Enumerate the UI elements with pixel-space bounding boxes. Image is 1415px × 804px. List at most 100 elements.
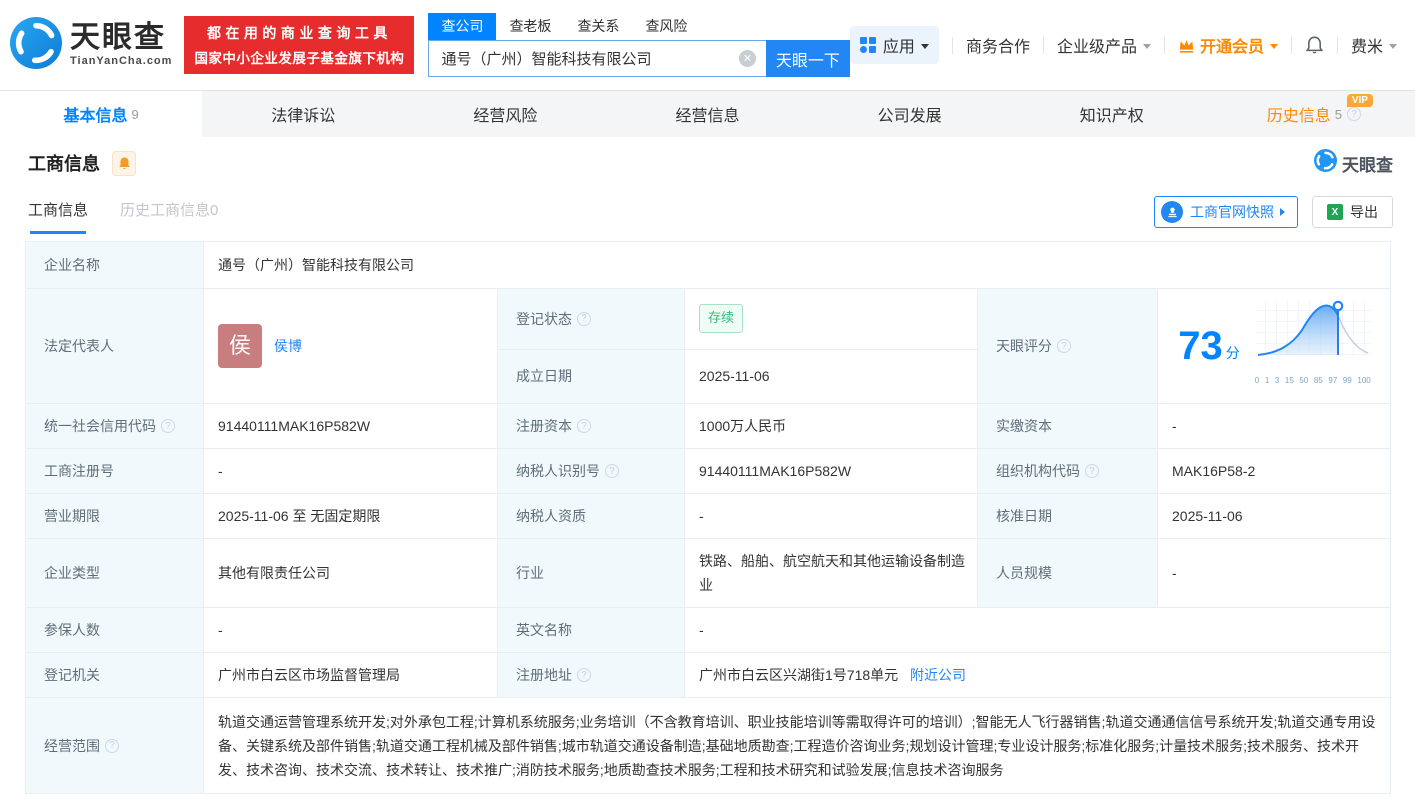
nearby-companies-link[interactable]: 附近公司 — [910, 667, 966, 683]
divider — [1042, 36, 1044, 54]
industry-value: 铁路、船舶、航空航天和其他运输设备制造业 — [684, 538, 978, 608]
divider — [1290, 36, 1292, 54]
promo-banner: 都在用的商业查询工具 国家中小企业发展子基金旗下机构 — [184, 16, 415, 74]
field-label: 登记状态 — [497, 288, 685, 350]
stamp-icon — [1161, 201, 1183, 223]
table-row: 营业期限 2025-11-06 至 无固定期限 纳税人资质 - 核准日期 202… — [25, 493, 1392, 539]
subtab-history-business-info[interactable]: 历史工商信息0 — [120, 199, 218, 234]
apps-label: 应用 — [882, 39, 915, 56]
tab-label: 经营风险 — [473, 108, 538, 125]
subtab-row: 工商信息 历史工商信息0 工商官网快照 导出 — [0, 187, 1415, 239]
search-tabs: 查公司 查老板 查关系 查风险 — [428, 13, 849, 40]
table-row: 工商注册号 - 纳税人识别号 91440111MAK16P582W 组织机构代码… — [25, 448, 1392, 494]
search-block: 查公司 查老板 查关系 查风险 天眼一下 — [428, 13, 850, 77]
subtab-business-info[interactable]: 工商信息 — [28, 199, 88, 234]
menu-vip-label: 开通会员 — [1199, 39, 1264, 56]
tab-operation-info[interactable]: 经营信息 — [606, 91, 808, 137]
field-label: 经营范围 — [25, 697, 204, 794]
field-label: 参保人数 — [25, 607, 204, 653]
approval-date-value: 2025-11-06 — [1156, 493, 1392, 539]
help-icon[interactable] — [577, 668, 591, 682]
tab-label: 基本信息 — [63, 108, 128, 125]
tab-intellectual-property[interactable]: 知识产权 — [1011, 91, 1213, 137]
tianyancha-logo-icon — [10, 16, 62, 74]
help-icon[interactable] — [105, 738, 119, 753]
table-row: 企业类型 其他有限责任公司 行业 铁路、船舶、航空航天和其他运输设备制造业 人员… — [25, 538, 1392, 608]
org-code-value: MAK16P58-2 — [1156, 448, 1392, 494]
help-icon[interactable] — [1347, 107, 1362, 121]
field-label: 纳税人资质 — [497, 493, 685, 539]
crown-icon — [1178, 38, 1195, 53]
divider — [951, 36, 953, 54]
tab-label: 经营信息 — [675, 108, 740, 125]
score-cell: 73 分 0 1 3 15 50 85 97 99 100 — [1156, 288, 1392, 404]
export-button[interactable]: 导出 — [1312, 196, 1393, 228]
company-name-value: 通号（广州）智能科技有限公司 — [202, 241, 1392, 289]
tab-operation-risk[interactable]: 经营风险 — [404, 91, 606, 137]
apps-menu[interactable]: 应用 — [849, 26, 939, 64]
search-button[interactable]: 天眼一下 — [765, 40, 850, 77]
table-row: 法定代表人 侯 侯博 登记状态 存续 天眼评分 73 分 — [25, 288, 1392, 404]
vip-badge: VIP — [1346, 94, 1373, 107]
tab-count: 9 — [131, 106, 139, 122]
menu-vip[interactable]: 开通会员 — [1178, 33, 1278, 57]
score-distribution-chart[interactable]: 01 3 15 50 85 97 99 100 — [1254, 299, 1372, 393]
help-icon[interactable] — [1085, 464, 1099, 478]
tab-basic-info[interactable]: 基本信息 9 — [0, 91, 203, 137]
clear-search-icon[interactable] — [738, 50, 756, 67]
search-tab-risk[interactable]: 查风险 — [632, 13, 700, 40]
tab-label: 历史信息 — [1266, 108, 1331, 125]
table-row: 登记机关 广州市白云区市场监督管理局 注册地址 广州市白云区兴湖街1号718单元… — [25, 652, 1392, 698]
field-label: 注册地址 — [497, 652, 685, 698]
staff-size-value: - — [1156, 538, 1392, 608]
search-tab-relation[interactable]: 查关系 — [564, 13, 632, 40]
business-scope-value: 轨道交通运营管理系统开发;对外承包工程;计算机系统服务;业务培训（不含教育培训、… — [202, 697, 1392, 794]
legal-rep-link[interactable]: 侯博 — [274, 334, 302, 358]
help-icon[interactable] — [577, 419, 591, 433]
reg-status-cell: 存续 — [684, 288, 978, 350]
promo-line2: 国家中小企业发展子基金旗下机构 — [194, 51, 405, 66]
help-icon[interactable] — [1057, 339, 1071, 353]
tab-company-development[interactable]: 公司发展 — [809, 91, 1011, 137]
notification-bell-icon[interactable] — [1305, 35, 1324, 55]
menu-enterprise-label: 企业级产品 — [1056, 39, 1137, 56]
tab-label: 法律诉讼 — [271, 108, 336, 125]
search-input[interactable] — [428, 40, 766, 77]
menu-enterprise[interactable]: 企业级产品 — [1057, 33, 1151, 57]
help-icon[interactable] — [577, 311, 591, 326]
field-label: 企业名称 — [25, 241, 204, 289]
avatar: 侯 — [218, 324, 262, 368]
subscribe-bell-icon[interactable] — [112, 150, 136, 176]
reg-number-value: - — [203, 448, 498, 494]
tab-count: 5 — [1334, 106, 1343, 122]
tab-legal-lawsuits[interactable]: 法律诉讼 — [202, 91, 404, 137]
business-info-table: 企业名称 通号（广州）智能科技有限公司 法定代表人 侯 侯博 登记状态 存续 天… — [25, 241, 1392, 794]
field-label: 法定代表人 — [25, 288, 204, 404]
business-term-value: 2025-11-06 至 无固定期限 — [203, 493, 498, 539]
status-badge: 存续 — [699, 304, 744, 334]
field-label: 企业类型 — [25, 538, 204, 608]
reg-address-cell: 广州市白云区兴湖街1号718单元 附近公司 — [683, 652, 1392, 698]
table-row: 经营范围 轨道交通运营管理系统开发;对外承包工程;计算机系统服务;业务培训（不含… — [25, 697, 1392, 794]
search-tab-boss[interactable]: 查老板 — [496, 13, 564, 40]
chevron-down-icon — [1269, 43, 1278, 49]
chevron-down-icon — [1142, 43, 1151, 49]
official-snapshot-button[interactable]: 工商官网快照 — [1154, 196, 1298, 228]
field-label: 纳税人识别号 — [497, 448, 685, 494]
top-menu: 应用 商务合作 企业级产品 开通会员 费米 — [849, 26, 1397, 64]
tianyancha-logo[interactable]: 天眼查 TianYanCha.com — [10, 16, 172, 74]
menu-cooperation[interactable]: 商务合作 — [966, 33, 1030, 57]
help-icon[interactable] — [605, 464, 619, 478]
legal-rep-cell: 侯 侯博 — [203, 288, 498, 404]
search-tab-company[interactable]: 查公司 — [428, 13, 497, 40]
field-label: 核准日期 — [977, 493, 1158, 539]
logo-brand-text: 天眼查 — [70, 21, 166, 54]
field-label: 工商注册号 — [25, 448, 204, 494]
divider — [1163, 36, 1165, 54]
user-menu[interactable]: 费米 — [1351, 33, 1397, 57]
field-label: 英文名称 — [497, 607, 685, 653]
est-date-value: 2025-11-06 — [684, 348, 978, 405]
tab-history-info[interactable]: VIP 历史信息 5 — [1213, 91, 1415, 137]
snapshot-label: 工商官网快照 — [1190, 204, 1274, 220]
help-icon[interactable] — [161, 419, 175, 433]
